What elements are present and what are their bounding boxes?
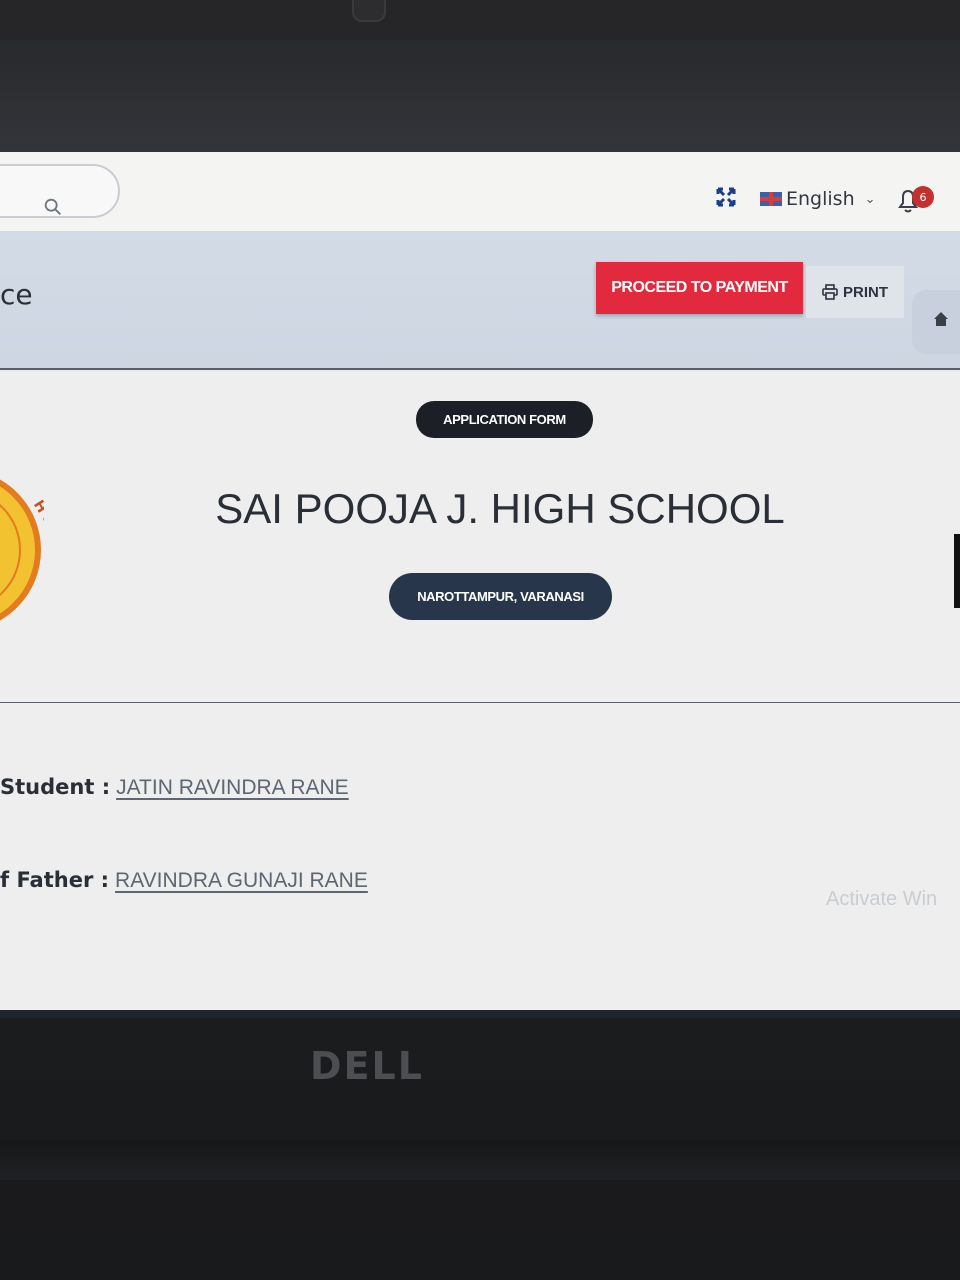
uk-flag-icon [760,192,782,206]
field-label: f Father : [0,868,110,892]
laptop-base [0,1140,960,1180]
language-label: English [786,188,855,210]
application-form-area [0,372,960,1018]
taskbar: Fz ⌃ ▭ [0,1010,960,1018]
webcam [352,0,386,22]
laptop-frame: English ⌄ 6 ce PROCEED TO PAYMENT PRINT [0,0,960,1280]
father-name-row: f Father : RAVINDRA GUNAJI RANE [0,868,368,893]
home-icon [934,312,948,326]
activate-windows-watermark: Activate Win [826,888,938,910]
notification-badge: 6 [912,186,934,208]
scroll-edge [954,534,960,608]
home-breadcrumb[interactable] [912,290,960,354]
fullscreen-icon[interactable] [714,185,738,209]
screen: English ⌄ 6 ce PROCEED TO PAYMENT PRINT [0,40,960,1018]
top-navbar: English ⌄ [0,152,960,232]
field-value: JATIN RAVINDRA RANE [116,776,349,799]
print-label: PRINT [843,283,888,301]
chevron-down-icon: ⌄ [864,191,876,207]
section-divider [0,702,960,703]
search-icon[interactable] [42,196,64,218]
browser-chrome-area [0,40,960,152]
proceed-to-payment-button[interactable]: PROCEED TO PAYMENT [596,262,803,314]
search-input[interactable] [0,164,120,218]
location-badge: NAROTTAMPUR, VARANASI [389,573,612,620]
printer-icon [822,284,838,300]
field-value: RAVINDRA GUNAJI RANE [115,869,368,892]
application-form-badge: APPLICATION FORM [416,401,593,438]
student-name-row: Student : JATIN RAVINDRA RANE [0,775,349,800]
print-button[interactable]: PRINT [806,266,904,318]
dell-logo: DELL [310,1044,424,1088]
language-selector[interactable]: English ⌄ [760,186,876,212]
page-title: ce [0,278,33,311]
school-name: SAI POOJA J. HIGH SCHOOL [215,485,785,532]
school-logo: H SCHOOL [0,479,44,621]
field-label: Student : [0,775,111,799]
